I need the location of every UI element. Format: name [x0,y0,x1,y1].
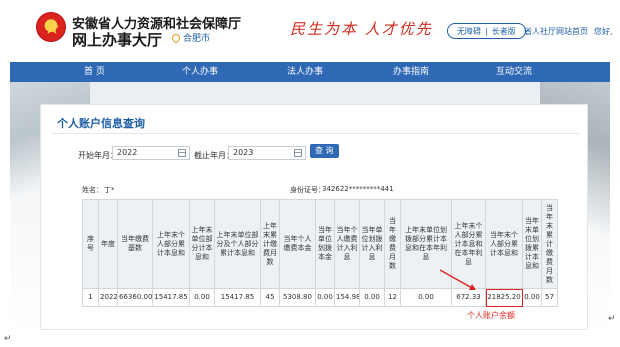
table-cell: 45 [260,288,280,307]
page: 安徽省人力资源和社会保障厅 网上办事大厅 合肥市 民生为本 人才优先 无障碍 |… [0,0,620,347]
date-filter: 开始年月： 2022 截止年月： 2023 查 询 [30,142,550,170]
site-home-link[interactable]: 省人社厅网站首页 [524,26,588,37]
table-header-cell: 当年单位划拨计入利息 [359,199,385,289]
table-cell: 0.00 [189,288,215,307]
nav-item-guide[interactable]: 办事指南 [393,62,429,82]
nav-item-home[interactable]: 首 页 [84,62,105,82]
greeting-link[interactable]: 您好, [594,26,613,37]
table-row: 1 2022 66360.00 15417.85 0.00 15417.85 4… [82,288,558,307]
account-balance-cell: 21825.20 [485,288,523,307]
table-cell: 66360.00 [117,288,153,307]
table-header-cell: 当年末个人部分累计本息和 [485,199,523,289]
id-value: 342622*********441 [322,185,394,193]
national-emblem-icon [36,12,66,42]
table-cell: 0.00 [315,288,335,307]
table-cell: 12 [384,288,401,307]
annotation-arrow-icon [439,269,476,290]
location-selector[interactable]: 合肥市 [170,31,211,44]
nav-item-interaction[interactable]: 互动交流 [496,62,532,82]
table-cell: 0.00 [522,288,542,307]
end-month-value: 2023 [233,148,254,157]
slogan: 民生为本 人才优先 [290,20,433,38]
table-header-cell: 上年末单位部分及个人部分累计本息和 [214,199,261,289]
table-cell: 154.98 [334,288,360,307]
paragraph-mark: ↵ [4,334,12,344]
hall-name: 网上办事大厅 [72,31,163,49]
table-header-cell: 当年个人缴费计入利息 [334,199,360,289]
table-cell: 5308.80 [279,288,316,307]
paragraph-mark: ↵ [608,314,616,324]
nav-item-corporate[interactable]: 法人办事 [287,62,323,82]
title-divider [51,133,579,134]
name-label: 姓名： [82,186,103,194]
site-header: 安徽省人力资源和社会保障厅 网上办事大厅 合肥市 民生为本 人才优先 无障碍 |… [0,0,620,58]
table-cell: 15417.85 [152,288,190,307]
calendar-icon[interactable] [294,149,302,157]
calendar-icon[interactable] [178,149,186,157]
account-table: 序号 年度 当年缴费基数 上年末个人部分累计本息和 上年末单位部分计本息和 上年… [82,199,558,307]
table-header-cell: 当年缴费基数 [117,199,153,289]
table-header-cell: 序号 [82,199,99,289]
table-header-cell: 上年末单位部分计本息和 [189,199,215,289]
nav-item-personal[interactable]: 个人办事 [182,62,218,82]
table-header-cell: 上年末个人部分累计本息和 [152,199,190,289]
elderly-mode-link[interactable]: 长者版 [489,26,519,37]
table-header-cell: 当年末累计缴费月数 [541,199,558,289]
table-header-cell: 上年末累计缴费月数 [260,199,280,289]
table-header-cell: 当年单位划拨本金 [315,199,335,289]
start-month-input[interactable]: 2022 [112,146,190,160]
end-month-input[interactable]: 2023 [228,146,306,160]
table-header-cell: 年度 [98,199,118,289]
table-header-cell: 当年缴费月数 [384,199,401,289]
mode-toggle: 无障碍 | 长者版 [447,23,526,39]
table-cell: 0.00 [359,288,385,307]
table-cell: 57 [541,288,558,307]
table-cell: 15417.85 [214,288,261,307]
table-cell: 2022 [98,288,118,307]
annotation-label: 个人账户余额 [467,311,515,320]
person-info: 姓名： 丁* 身份证号： 342622*********441 [82,185,522,197]
table-header-row: 序号 年度 当年缴费基数 上年末个人部分累计本息和 上年末单位部分计本息和 上年… [82,199,558,289]
table-cell: 1 [82,288,99,307]
location-pin-icon [170,32,182,44]
page-title: 个人账户信息查询 [57,117,145,130]
accessible-mode-link[interactable]: 无障碍 [454,26,484,37]
start-month-value: 2022 [117,148,138,157]
name-value: 丁* [104,186,115,194]
query-button[interactable]: 查 询 [310,144,339,158]
id-label: 身份证号： [290,186,325,194]
main-nav: 首 页 个人办事 法人办事 办事指南 互动交流 [10,62,610,82]
table-header-cell: 当年个人缴费本金 [279,199,316,289]
location-label: 合肥市 [183,34,211,44]
table-header-cell: 当年末单位划拨累计本息和 [522,199,542,289]
